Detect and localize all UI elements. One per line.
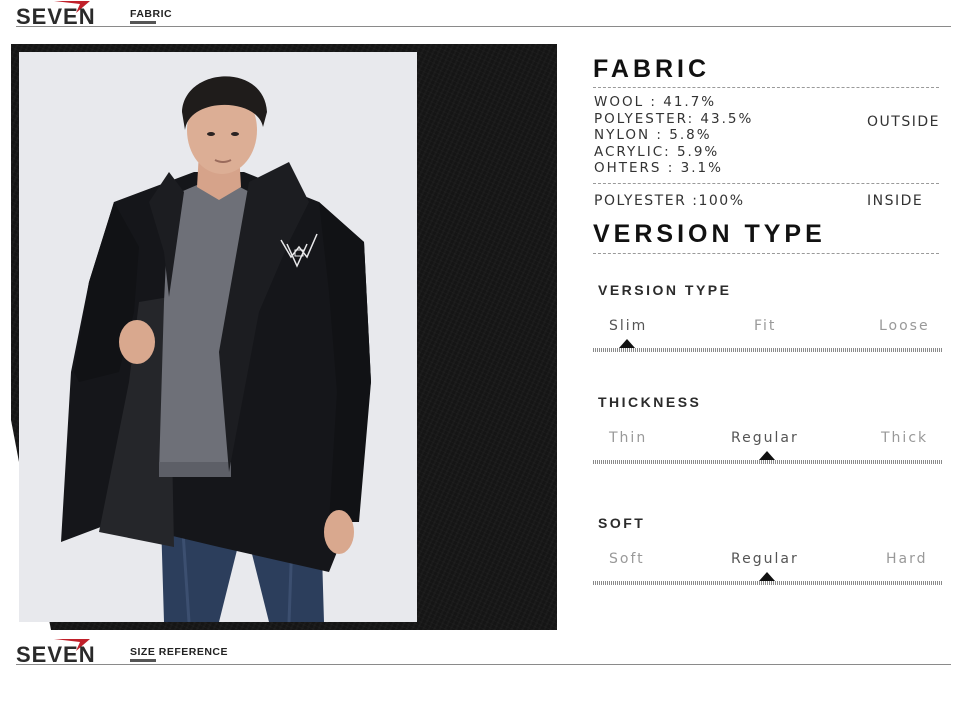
scale-option-thin: Thin (609, 430, 648, 446)
label-underline (130, 21, 156, 24)
fabric-heading: FABRIC (593, 55, 711, 83)
scale-version-type: VERSION TYPE Slim Fit Loose (593, 282, 943, 362)
scale-option-slim: Slim (609, 318, 648, 334)
scale-marker-icon (619, 339, 635, 348)
composition-item: OHTERS : 3.1% (594, 160, 723, 177)
composition-item: POLYESTER: 43.5% (594, 110, 754, 127)
scale-option-soft: Soft (609, 551, 645, 567)
inside-composition: POLYESTER :100% (594, 193, 745, 209)
outside-composition-list: WOOL : 41.7% POLYESTER: 43.5% NYLON : 5.… (594, 94, 753, 177)
brand-logo: SEVEN (16, 0, 126, 28)
logo-text: SEVEN (16, 4, 96, 29)
scale-title: THICKNESS (598, 394, 702, 410)
composition-item: NYLON : 5.8% (594, 127, 712, 144)
inside-label: INSIDE (867, 193, 924, 209)
scale-track (593, 581, 943, 585)
logo-text: SEVEN (16, 642, 96, 667)
scale-option-thick: Thick (881, 430, 929, 446)
model-in-coat-image (19, 52, 417, 622)
section-label: FABRIC (130, 8, 173, 20)
divider-dotted (593, 87, 939, 88)
scale-soft: SOFT Soft Regular Hard (593, 515, 943, 595)
composition-item: WOOL : 41.7% (594, 94, 717, 110)
section-label: SIZE REFERENCE (130, 646, 229, 658)
header-top: SEVEN FABRIC (16, 0, 951, 30)
header-bottom: SEVEN SIZE REFERENCE (16, 638, 951, 668)
scale-option-regular: Regular (731, 430, 799, 446)
scale-title: SOFT (598, 515, 646, 531)
header-rule (16, 26, 951, 27)
header-rule (16, 664, 951, 665)
scale-option-fit: Fit (754, 318, 777, 334)
scale-track (593, 348, 943, 352)
divider-dotted (593, 253, 939, 254)
version-type-heading: VERSION TYPE (593, 220, 826, 248)
label-underline (130, 659, 156, 662)
scale-option-regular: Regular (731, 551, 799, 567)
scale-marker-icon (759, 572, 775, 581)
scale-thickness: THICKNESS Thin Regular Thick (593, 394, 943, 474)
composition-item: ACRYLIC: 5.9% (594, 143, 720, 160)
scale-title: VERSION TYPE (598, 282, 732, 298)
scale-track (593, 460, 943, 464)
brand-logo: SEVEN (16, 638, 126, 666)
scale-marker-icon (759, 451, 775, 460)
outside-label: OUTSIDE (867, 114, 940, 130)
divider-dotted (593, 183, 939, 184)
scale-option-loose: Loose (879, 318, 930, 334)
scale-option-hard: Hard (886, 551, 928, 567)
product-photo (19, 52, 417, 622)
